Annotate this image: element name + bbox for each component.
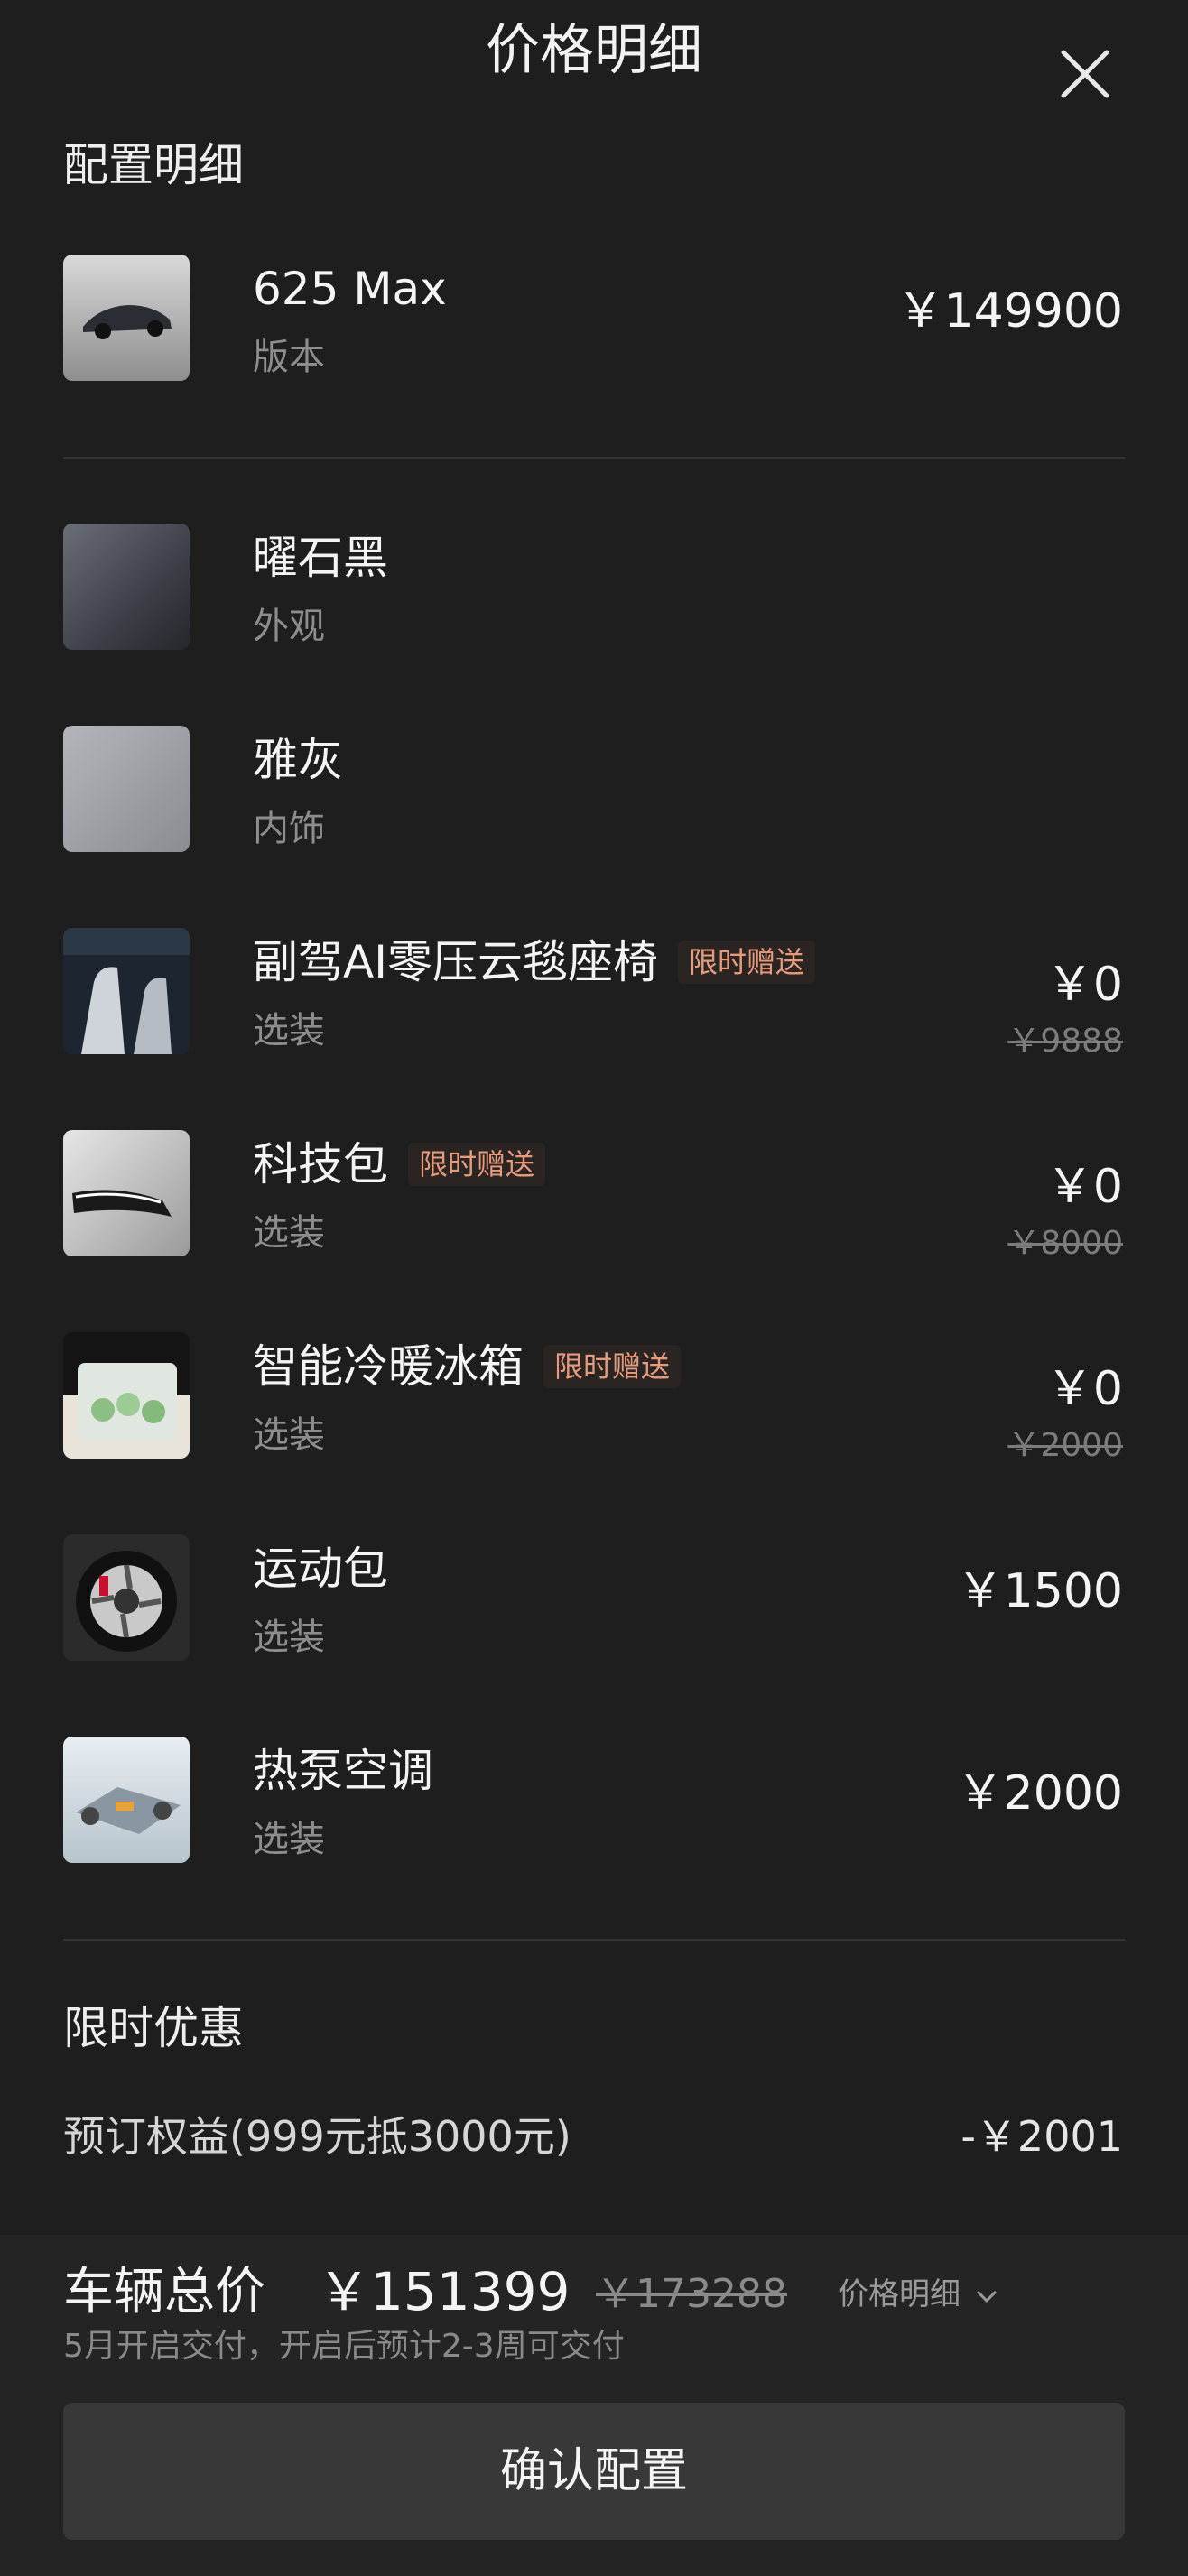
fridge-thumbnail xyxy=(63,1332,190,1459)
total-label: 车辆总价 xyxy=(63,2263,265,2321)
version-name: 625 Max xyxy=(253,263,447,315)
divider xyxy=(63,1939,1125,1941)
list-item-interior: 雅灰 内饰 xyxy=(0,726,1188,861)
item-category: 选装 xyxy=(253,1617,325,1658)
version-row: 625 Max 版本 ￥149900 xyxy=(0,255,1188,390)
list-item-seat: 副驾AI零压云毯座椅 限时赠送 选装 ￥0 ￥9888 xyxy=(0,928,1188,1063)
item-old-price: ￥8000 xyxy=(1007,1225,1123,1262)
config-section-title: 配置明细 xyxy=(63,139,244,191)
item-price: ￥0 xyxy=(1045,1362,1123,1416)
version-category: 版本 xyxy=(253,337,325,378)
version-price: ￥149900 xyxy=(896,284,1123,338)
car-thumbnail xyxy=(63,255,190,381)
close-icon xyxy=(1061,50,1109,98)
item-name: 雅灰 xyxy=(253,734,343,786)
limited-gift-badge: 限时赠送 xyxy=(543,1344,682,1388)
bottom-bar: 车辆总价 ￥151399 ￥173288 价格明细 5月开启交付，开启后预计2-… xyxy=(0,2235,1188,2576)
total-old-price: ￥173288 xyxy=(596,2271,787,2317)
close-button[interactable] xyxy=(1056,45,1114,103)
chevron-down-icon xyxy=(976,2290,997,2303)
item-name: 运动包 xyxy=(253,1543,388,1595)
item-old-price: ￥9888 xyxy=(1007,1023,1123,1060)
header: 价格明细 xyxy=(0,0,1188,108)
item-category: 选装 xyxy=(253,1414,325,1456)
promo-label: 预订权益(999元抵3000元) xyxy=(63,2112,571,2161)
promo-section-title: 限时优惠 xyxy=(63,2002,244,2054)
item-name: 智能冷暖冰箱 限时赠送 xyxy=(253,1338,682,1395)
item-price: ￥0 xyxy=(1045,1160,1123,1214)
promo-value: -￥2001 xyxy=(961,2112,1123,2161)
list-item-exterior: 曜石黑 外观 xyxy=(0,524,1188,659)
item-old-price: ￥2000 xyxy=(1007,1427,1123,1464)
item-category: 选装 xyxy=(253,1212,325,1254)
limited-gift-badge: 限时赠送 xyxy=(677,940,815,984)
item-name: 热泵空调 xyxy=(253,1745,433,1797)
wheel-thumbnail xyxy=(63,1534,190,1661)
item-category: 外观 xyxy=(253,606,325,647)
list-item-sport-pack: 运动包 选装 ￥1500 xyxy=(0,1534,1188,1670)
total-price: ￥151399 xyxy=(318,2261,571,2322)
list-item-tech-pack: 科技包 限时赠送 选装 ￥0 ￥8000 xyxy=(0,1130,1188,1265)
promo-item: 预订权益(999元抵3000元) -￥2001 xyxy=(0,2107,1188,2166)
item-name: 副驾AI零压云毯座椅 限时赠送 xyxy=(253,933,815,991)
price-detail-label: 价格明细 xyxy=(838,2276,961,2312)
headlight-thumbnail xyxy=(63,1130,190,1256)
item-price: ￥1500 xyxy=(956,1564,1123,1618)
interior-color-swatch xyxy=(63,726,190,852)
confirm-config-button[interactable]: 确认配置 xyxy=(63,2403,1125,2540)
item-category: 选装 xyxy=(253,1819,325,1860)
item-category: 选装 xyxy=(253,1010,325,1052)
exterior-color-swatch xyxy=(63,524,190,650)
seat-thumbnail xyxy=(63,928,190,1054)
item-name: 科技包 限时赠送 xyxy=(253,1135,546,1193)
page-title: 价格明细 xyxy=(486,19,702,82)
item-price: ￥2000 xyxy=(956,1766,1123,1821)
list-item-heat-pump: 热泵空调 选装 ￥2000 xyxy=(0,1737,1188,1872)
item-category: 内饰 xyxy=(253,808,325,849)
list-item-fridge: 智能冷暖冰箱 限时赠送 选装 ￥0 ￥2000 xyxy=(0,1332,1188,1468)
divider xyxy=(63,457,1125,459)
item-price: ￥0 xyxy=(1045,958,1123,1012)
item-name: 曜石黑 xyxy=(253,532,388,584)
delivery-note: 5月开启交付，开启后预计2-3周可交付 xyxy=(63,2328,625,2365)
chassis-thumbnail xyxy=(63,1737,190,1863)
price-detail-toggle[interactable]: 价格明细 xyxy=(838,2269,999,2320)
limited-gift-badge: 限时赠送 xyxy=(408,1142,546,1186)
